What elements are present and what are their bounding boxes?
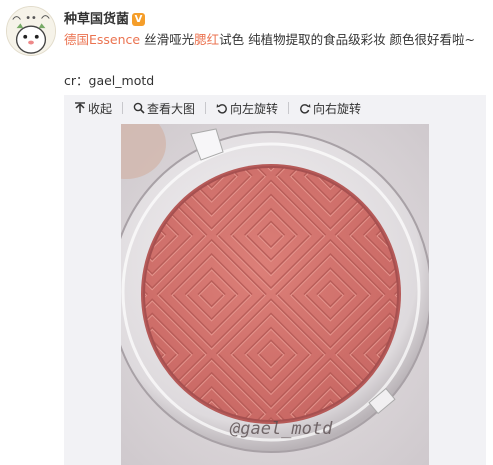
post-text-part2: 试色 纯植物提取的食品级彩妆 颜色很好看啦~ — [219, 32, 476, 47]
post-text-part1: 丝滑哑光 — [140, 32, 195, 47]
rotate-right-button[interactable]: 向右旋转 — [299, 100, 361, 117]
zoom-icon — [133, 102, 145, 114]
image-toolbar: 收起 查看大图 向左旋转 向右旋转 — [64, 95, 486, 121]
rotate-left-icon — [216, 104, 227, 114]
post-text: 德国Essence 丝滑哑光腮红试色 纯植物提取的食品级彩妆 颜色很好看啦~ — [64, 29, 475, 48]
rotate-left-button[interactable]: 向左旋转 — [216, 100, 278, 117]
divider — [122, 102, 124, 114]
brand-link[interactable]: 德国Essence — [64, 32, 140, 47]
blush-compact-image — [121, 124, 429, 465]
avatar-icon — [7, 7, 55, 55]
avatar[interactable] — [6, 6, 56, 56]
view-large-button[interactable]: 查看大图 — [133, 100, 195, 117]
collapse-label: 收起 — [88, 101, 113, 116]
watermark: @gael_motd — [230, 419, 333, 439]
verified-icon: V — [132, 13, 146, 26]
collapse-button[interactable]: 收起 — [74, 100, 112, 117]
divider — [205, 102, 207, 114]
keyword-link[interactable]: 腮红 — [194, 32, 219, 47]
blush-photo[interactable] — [121, 124, 429, 465]
image-frame — [64, 121, 486, 465]
user-name-text[interactable]: 种草国货菌 — [64, 12, 129, 27]
collapse-icon — [75, 102, 85, 113]
rotate-right-icon — [300, 104, 311, 114]
credit-text: cr：gael_motd — [64, 73, 155, 88]
user-name[interactable]: 种草国货菌 V — [64, 8, 146, 27]
view-large-label: 查看大图 — [147, 101, 196, 116]
divider — [288, 102, 290, 114]
rotate-left-label: 向左旋转 — [230, 101, 279, 116]
rotate-right-label: 向右旋转 — [313, 101, 362, 116]
